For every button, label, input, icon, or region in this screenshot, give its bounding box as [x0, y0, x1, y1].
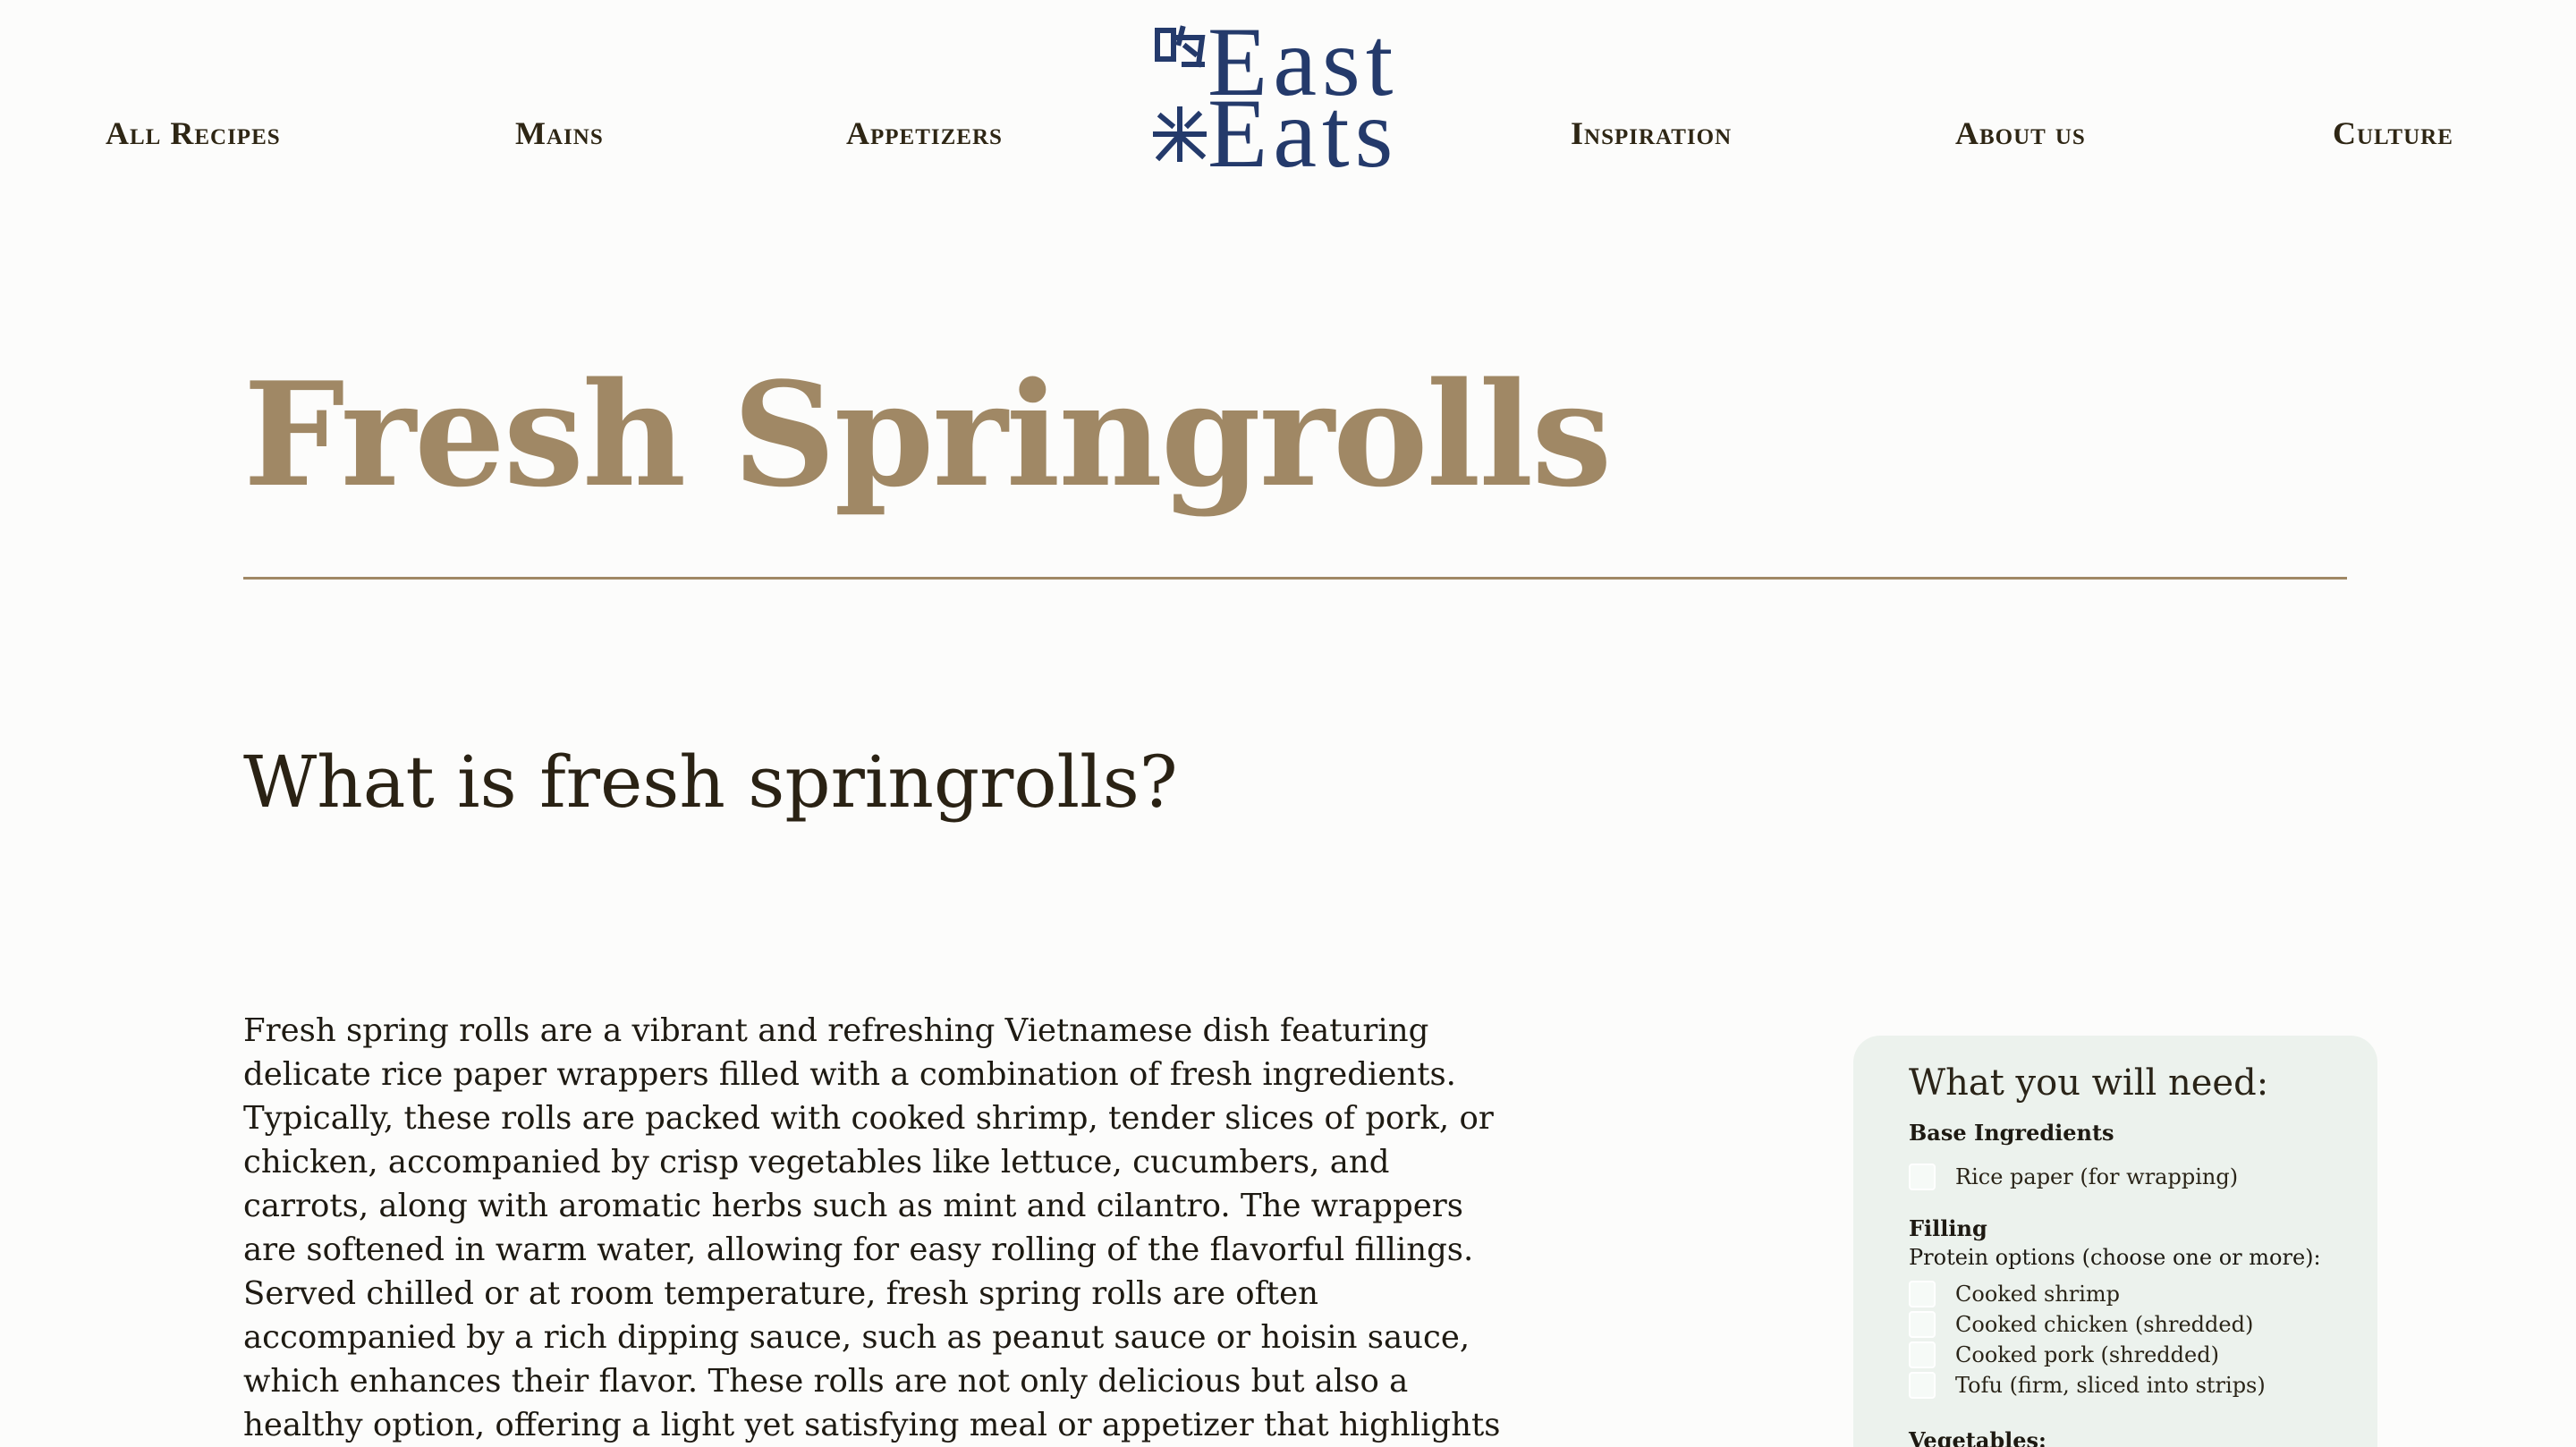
filling-title: Filling — [1909, 1215, 1987, 1241]
filling-subtitle: Protein options (choose one or more): — [1909, 1245, 2321, 1270]
checklist-item[interactable]: Cooked chicken (shredded) — [1909, 1309, 2349, 1340]
intro-paragraph: Fresh spring rolls are a vibrant and ref… — [243, 1012, 1501, 1443]
checklist-item-label: Cooked shrimp — [1955, 1282, 2121, 1307]
chinese-characters-icon — [1153, 25, 1207, 162]
checkbox[interactable] — [1909, 1281, 1936, 1307]
page-title: Fresh Springrolls — [243, 351, 1612, 519]
checkbox[interactable] — [1909, 1311, 1936, 1338]
vegetables-title: Vegetables: — [1909, 1427, 2046, 1447]
section-heading: What is fresh springrolls? — [243, 740, 1178, 824]
checklist-item-label: Cooked pork (shredded) — [1955, 1342, 2219, 1367]
checklist-item[interactable]: Tofu (firm, sliced into strips) — [1909, 1370, 2349, 1400]
ingredients-card-title: What you will need: — [1909, 1062, 2269, 1104]
nav-all-recipes[interactable]: All Recipes — [106, 114, 281, 152]
base-ingredients-group: Base Ingredients Rice paper (for wrappin… — [1909, 1120, 2349, 1192]
checklist-item[interactable]: Rice paper (for wrapping) — [1909, 1162, 2349, 1192]
top-navigation: All Recipes Mains Appetizers East Eats I… — [0, 0, 2576, 182]
checklist-item[interactable]: Cooked shrimp — [1909, 1279, 2349, 1309]
checkbox[interactable] — [1909, 1372, 1936, 1399]
base-ingredients-title: Base Ingredients — [1909, 1120, 2114, 1146]
nav-culture[interactable]: Culture — [2333, 114, 2453, 152]
nav-mains[interactable]: Mains — [515, 114, 604, 152]
checklist-item-label: Tofu (firm, sliced into strips) — [1955, 1373, 2266, 1398]
nav-about-us[interactable]: About us — [1955, 114, 2086, 152]
checklist-item-label: Rice paper (for wrapping) — [1955, 1164, 2239, 1189]
filling-group: Filling Protein options (choose one or m… — [1909, 1215, 2349, 1400]
site-logo[interactable]: East Eats — [1152, 13, 1438, 182]
checklist-item[interactable]: Cooked pork (shredded) — [1909, 1340, 2349, 1370]
checkbox[interactable] — [1909, 1164, 1936, 1190]
checklist-item-label: Cooked chicken (shredded) — [1955, 1312, 2254, 1337]
checkbox[interactable] — [1909, 1341, 1936, 1368]
ingredients-card: What you will need: Base Ingredients Ric… — [1853, 1036, 2377, 1447]
vegetables-group: Vegetables: — [1909, 1427, 2349, 1447]
title-divider — [243, 577, 2347, 580]
logo-text-eats: Eats — [1208, 79, 1399, 188]
nav-inspiration[interactable]: Inspiration — [1571, 114, 1732, 152]
nav-appetizers[interactable]: Appetizers — [846, 114, 1003, 152]
